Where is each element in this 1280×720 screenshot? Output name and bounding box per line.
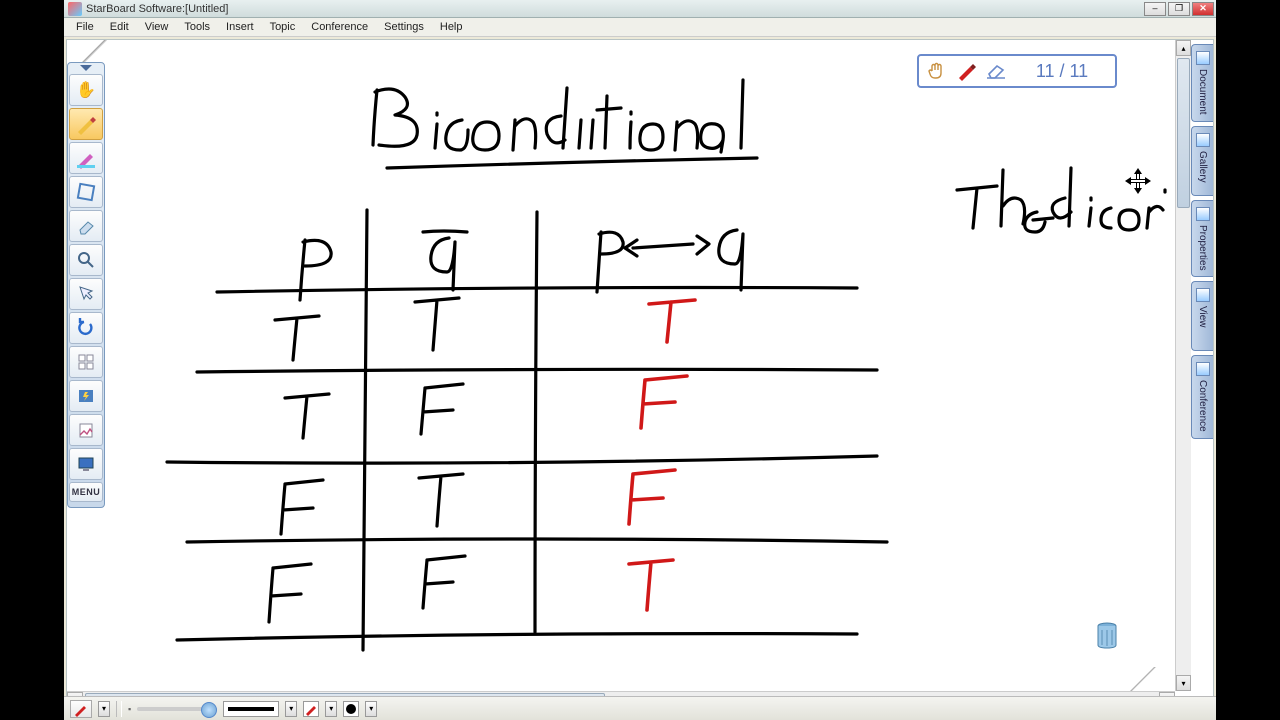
view-tab-label: View [1197,306,1208,328]
menu-help[interactable]: Help [432,19,471,35]
maximize-button[interactable]: ❐ [1168,2,1190,16]
pen-tool-icon[interactable] [955,60,977,82]
pen-preview-button[interactable] [70,700,92,718]
pointer-tool[interactable] [69,278,103,310]
menu-settings[interactable]: Settings [376,19,432,35]
conference-tab-icon [1196,362,1210,376]
highlighter-tool[interactable] [69,142,103,174]
menu-edit[interactable]: Edit [102,19,137,35]
thickness-slider[interactable] [137,707,217,711]
page-counter: 11 / 11 [1015,61,1109,82]
page-toolbar[interactable]: 11 / 11 [917,54,1117,88]
screen-tool[interactable] [69,448,103,480]
flash-icon [77,387,95,405]
hand-icon: ✋ [76,80,96,100]
app-window: StarBoard Software:[Untitled] – ❐ ✕ File… [64,0,1216,720]
eraser-tool-icon[interactable] [985,60,1007,82]
stroke-color-swatch[interactable] [303,701,319,717]
scroll-down-button[interactable]: ▾ [1176,675,1191,691]
trash-icon[interactable] [1095,621,1119,651]
document-tab-icon [1196,51,1210,65]
line-width-dropdown[interactable]: ▾ [285,701,297,717]
propbar-divider [116,701,122,717]
main-area: 11 / 11 ✋ [66,39,1214,718]
conference-tab-label: Conference [1197,380,1208,432]
fill-color-dropdown[interactable]: ▾ [365,701,377,717]
shape-tool[interactable] [69,176,103,208]
stroke-color-icon [304,702,318,716]
palette-menu-button[interactable]: MENU [69,482,103,502]
screen-icon [77,455,95,473]
app-icon [68,2,82,16]
scroll-up-button[interactable]: ▴ [1176,40,1191,56]
view-tab-icon [1196,288,1210,302]
handwriting-layer [67,40,1167,680]
fill-color-swatch[interactable] [343,701,359,717]
slider-min-icon: ▪ [128,704,131,714]
shape-icon [76,182,96,202]
vertical-scrollbar[interactable]: ▴ ▾ [1175,40,1191,691]
line-width-preview[interactable] [223,701,279,717]
pointer-icon [77,285,95,303]
chevron-down-icon: ▾ [1181,679,1185,688]
tool-palette[interactable]: ✋ MENU [67,62,105,508]
pen-preview-dropdown[interactable]: ▾ [98,701,110,717]
close-button[interactable]: ✕ [1192,2,1214,16]
titlebar: StarBoard Software:[Untitled] – ❐ ✕ [64,0,1216,18]
window-title: StarBoard Software:[Untitled] [86,3,1144,15]
menu-tools[interactable]: Tools [176,19,218,35]
clipboard-icon [77,421,95,439]
undo-tool[interactable] [69,312,103,344]
conference-tab[interactable]: Conference [1191,355,1213,439]
zoom-tool[interactable] [69,244,103,276]
flash-tool[interactable] [69,380,103,412]
undo-icon [76,318,96,338]
side-tabs: Document Gallery Properties View Confere… [1191,40,1213,691]
new-page-tool[interactable] [69,346,103,378]
zoom-icon [76,250,96,270]
minimize-button[interactable]: – [1144,2,1166,16]
gallery-tab-label: Gallery [1197,151,1208,183]
close-icon: ✕ [1199,4,1207,13]
menu-file[interactable]: File [68,19,102,35]
menu-insert[interactable]: Insert [218,19,262,35]
property-bar: ▾ ▪ ▾ ▾ ▾ [64,696,1216,720]
properties-tab-icon [1196,207,1210,221]
properties-tab[interactable]: Properties [1191,200,1213,278]
menu-topic[interactable]: Topic [262,19,304,35]
menu-view[interactable]: View [137,19,177,35]
menu-conference[interactable]: Conference [303,19,376,35]
menubar: File Edit View Tools Insert Topic Confer… [64,18,1216,37]
palette-grip-icon[interactable] [68,63,104,73]
vscroll-thumb[interactable] [1177,58,1190,208]
view-tab[interactable]: View [1191,281,1213,351]
page-corner-fold-br-icon [1129,667,1159,691]
gallery-tab-icon [1196,133,1210,147]
gallery-tab[interactable]: Gallery [1191,126,1213,196]
vscroll-track[interactable] [1176,56,1191,675]
new-page-icon [77,353,95,371]
pen-tool[interactable] [69,108,103,140]
maximize-icon: ❐ [1175,4,1183,13]
minimize-icon: – [1152,4,1157,13]
whiteboard-canvas[interactable]: 11 / 11 [67,40,1175,691]
stroke-color-dropdown[interactable]: ▾ [325,701,337,717]
chevron-up-icon: ▴ [1181,44,1185,53]
fill-dot-icon [346,704,356,714]
eraser-icon [76,216,96,236]
hand-tool-icon[interactable] [925,60,947,82]
select-tool[interactable]: ✋ [69,74,103,106]
pen-preview-icon [73,701,89,717]
highlighter-icon [75,147,97,169]
clipboard-tool[interactable] [69,414,103,446]
document-tab-label: Document [1197,69,1208,115]
properties-tab-label: Properties [1197,225,1208,271]
pen-icon [75,113,97,135]
document-tab[interactable]: Document [1191,44,1213,122]
eraser-tool[interactable] [69,210,103,242]
palette-menu-label: MENU [72,487,101,497]
